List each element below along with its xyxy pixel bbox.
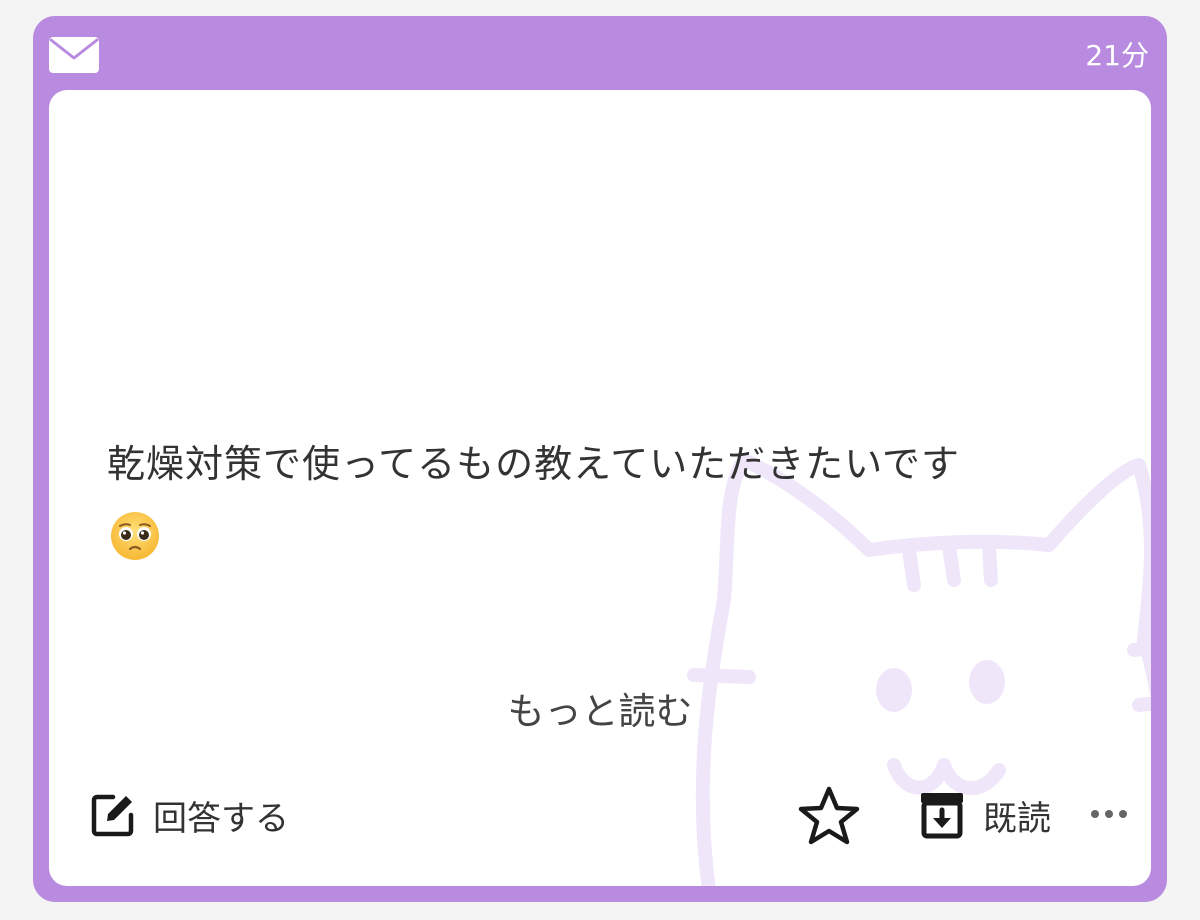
more-options-button[interactable] — [1089, 794, 1129, 834]
mark-read-label: 既読 — [983, 798, 1051, 839]
more-horizontal-icon — [1091, 810, 1127, 818]
question-text: 乾燥対策で使ってるもの教えていただきたいです — [107, 442, 961, 486]
edit-icon — [91, 794, 134, 837]
timestamp: 21分 — [1085, 39, 1149, 72]
mark-read-button[interactable]: 既読 — [917, 790, 1051, 840]
question-card: 21分 乾燥対策で使ってるもの教えていただきたいです もっと読む 回答する 既読 — [33, 16, 1167, 902]
envelope-icon — [49, 37, 99, 73]
answer-button[interactable]: 回答する — [89, 790, 289, 840]
pleading-face-icon — [111, 512, 159, 560]
favorite-button[interactable] — [797, 784, 861, 848]
card-header: 21分 — [33, 16, 1167, 90]
answer-button-label: 回答する — [153, 798, 289, 839]
read-more-link[interactable]: もっと読む — [49, 688, 1151, 736]
archive-icon — [921, 793, 963, 839]
star-icon — [798, 786, 860, 845]
question-body[interactable]: 乾燥対策で使ってるもの教えていただきたいです もっと読む 回答する 既読 — [49, 90, 1151, 886]
